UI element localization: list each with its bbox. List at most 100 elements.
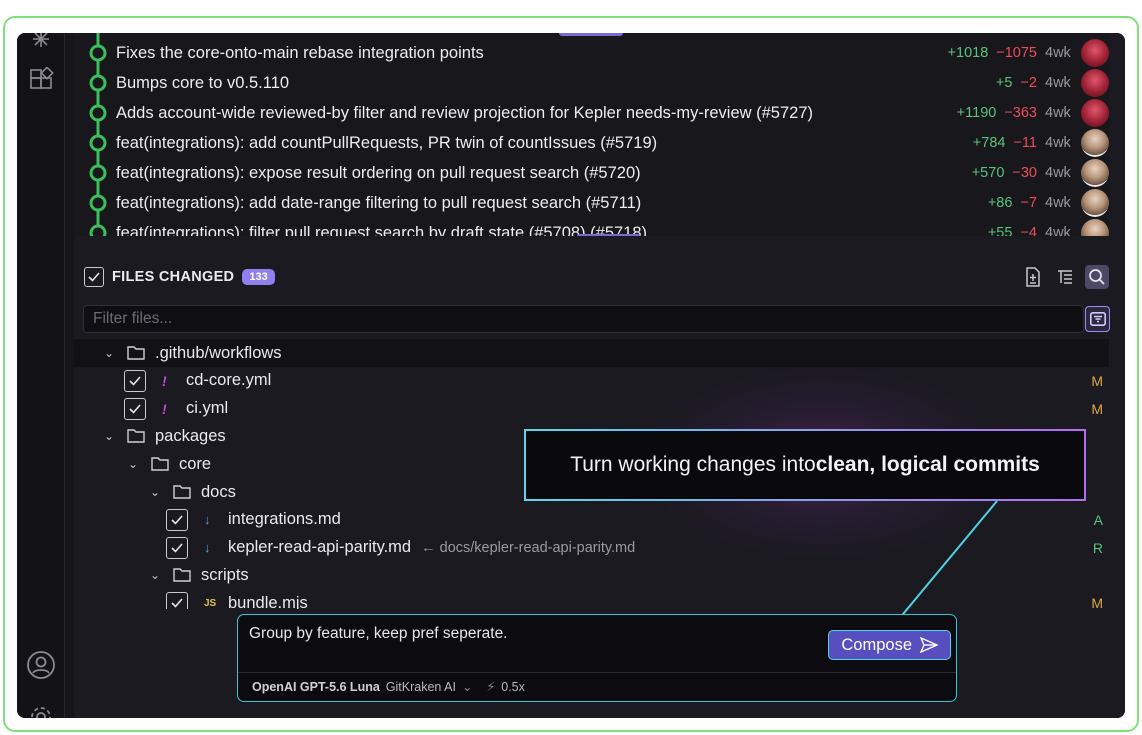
folder-icon bbox=[127, 345, 145, 365]
additions: +55 bbox=[987, 225, 1013, 236]
scroll-handle-bottom[interactable] bbox=[577, 234, 641, 236]
commit-age: 4wk bbox=[1045, 165, 1071, 181]
avatar[interactable] bbox=[1081, 129, 1109, 157]
folder-label: core bbox=[179, 454, 212, 473]
file-label: cd-core.yml bbox=[186, 371, 272, 390]
chevron-down-icon[interactable]: ⌄ bbox=[462, 679, 472, 694]
commit-message: Fixes the core-onto-main rebase integrat… bbox=[116, 43, 484, 62]
file-status: M bbox=[1091, 595, 1103, 609]
file-label: integrations.md bbox=[228, 510, 341, 529]
commit-row[interactable]: feat(integrations): add date-range filte… bbox=[74, 188, 1109, 218]
deletions: −363 bbox=[1004, 105, 1037, 121]
file-status: M bbox=[1091, 372, 1103, 389]
composer-footer: OpenAI GPT-5.6 Luna GitKraken AI ⌄ ⚡︎ 0.… bbox=[252, 679, 525, 695]
warning-icon: ! bbox=[162, 400, 167, 417]
avatar[interactable] bbox=[1081, 219, 1109, 236]
compose-label: Compose bbox=[841, 635, 912, 654]
compose-button[interactable]: Compose bbox=[828, 630, 951, 660]
folder-label: docs bbox=[201, 482, 236, 501]
chevron-down-icon[interactable]: ⌄ bbox=[102, 429, 116, 443]
provider-name[interactable]: GitKraken AI bbox=[386, 680, 456, 694]
additions: +570 bbox=[971, 165, 1005, 181]
avatar[interactable] bbox=[1081, 99, 1109, 127]
commit-row[interactable]: Fixes the core-onto-main rebase integrat… bbox=[74, 38, 1109, 68]
commit-stats: +5 −2 4wk bbox=[996, 69, 1109, 97]
send-icon bbox=[920, 637, 938, 653]
chevron-down-icon[interactable]: ⌄ bbox=[102, 346, 116, 360]
commit-age: 4wk bbox=[1045, 135, 1071, 151]
additions: +784 bbox=[972, 135, 1006, 151]
folder-label: scripts bbox=[201, 565, 249, 584]
additions: +86 bbox=[987, 195, 1013, 211]
file-checkbox[interactable] bbox=[124, 369, 146, 392]
activity-bar bbox=[17, 33, 65, 718]
filter-icon[interactable] bbox=[1085, 306, 1110, 332]
tree-file[interactable]: ! ci.yml M bbox=[74, 395, 1109, 423]
avatar[interactable] bbox=[1081, 39, 1109, 67]
chevron-down-icon[interactable]: ⌄ bbox=[148, 568, 162, 582]
tree-view-icon[interactable] bbox=[1053, 265, 1077, 289]
model-name[interactable]: OpenAI GPT-5.6 Luna bbox=[252, 680, 380, 694]
avatar[interactable] bbox=[1081, 159, 1109, 187]
commit-message: Adds account-wide reviewed-by filter and… bbox=[116, 103, 813, 122]
puzzle-icon[interactable] bbox=[25, 64, 57, 96]
folder-icon bbox=[173, 567, 191, 587]
feature-callout: Turn working changes into clean, logical… bbox=[524, 429, 1086, 501]
commit-age: 4wk bbox=[1045, 75, 1071, 91]
account-icon[interactable] bbox=[25, 649, 57, 681]
app-window: Fixes the core-onto-main rebase integrat… bbox=[17, 33, 1125, 718]
deletions: −30 bbox=[1012, 165, 1037, 181]
settings-icon[interactable] bbox=[25, 701, 57, 718]
file-checkbox[interactable] bbox=[166, 508, 188, 531]
commit-message: feat(integrations): add countPullRequest… bbox=[116, 133, 658, 152]
avatar[interactable] bbox=[1081, 69, 1109, 97]
additions: +1018 bbox=[947, 45, 989, 61]
javascript-file-icon: JS bbox=[204, 597, 217, 609]
lightning-icon: ⚡︎ bbox=[486, 680, 496, 694]
avatar[interactable] bbox=[1081, 189, 1109, 217]
document-icon[interactable] bbox=[1021, 265, 1045, 289]
deletions: −2 bbox=[1020, 75, 1037, 91]
rename-source: ← docs/kepler-read-api-parity.md bbox=[421, 540, 636, 557]
markdown-file-icon: ↓ bbox=[204, 540, 211, 556]
file-checkbox[interactable] bbox=[166, 592, 188, 609]
folder-icon bbox=[173, 484, 191, 504]
folder-label: .github/workflows bbox=[155, 343, 282, 362]
folder-icon bbox=[151, 456, 169, 476]
commit-row[interactable]: feat(integrations): add countPullRequest… bbox=[74, 128, 1109, 158]
commit-age: 4wk bbox=[1045, 195, 1071, 211]
commit-age: 4wk bbox=[1045, 45, 1071, 61]
tree-folder[interactable]: ⌄ .github/workflows bbox=[74, 339, 1109, 367]
search-icon[interactable] bbox=[1085, 265, 1109, 289]
chevron-down-icon[interactable]: ⌄ bbox=[126, 457, 140, 471]
file-checkbox[interactable] bbox=[166, 536, 188, 559]
commit-row[interactable]: Adds account-wide reviewed-by filter and… bbox=[74, 98, 1109, 128]
file-status: M bbox=[1091, 400, 1103, 417]
commit-row[interactable]: Bumps core to v0.5.110 +5 −2 4wk bbox=[74, 68, 1109, 98]
filter-files-input[interactable]: Filter files... bbox=[83, 305, 1084, 333]
commit-stats: +1190 −363 4wk bbox=[957, 99, 1109, 127]
scroll-handle-top[interactable] bbox=[559, 33, 623, 36]
commit-row[interactable]: feat(integrations): expose result orderi… bbox=[74, 158, 1109, 188]
chevron-down-icon[interactable]: ⌄ bbox=[148, 485, 162, 499]
multiplier: 0.5x bbox=[501, 679, 525, 694]
tree-file[interactable]: ! cd-core.yml M bbox=[74, 367, 1109, 395]
composer-divider bbox=[238, 672, 956, 673]
file-status: R bbox=[1092, 539, 1103, 556]
select-all-checkbox[interactable] bbox=[84, 267, 104, 287]
commit-stats: +86 −7 4wk bbox=[988, 189, 1109, 217]
additions: +1190 bbox=[956, 105, 997, 121]
file-checkbox[interactable] bbox=[124, 397, 146, 420]
folder-label: packages bbox=[155, 426, 226, 445]
files-changed-title: FILES CHANGED bbox=[112, 269, 235, 285]
commit-stats: +55 −4 4wk bbox=[988, 219, 1109, 236]
commit-message: feat(integrations): filter pull request … bbox=[116, 223, 648, 237]
commit-message: feat(integrations): expose result orderi… bbox=[116, 163, 641, 182]
file-status: A bbox=[1093, 511, 1103, 528]
composer-input[interactable]: Group by feature, keep pref seperate. bbox=[249, 625, 508, 643]
compose-panel: Group by feature, keep pref seperate. Co… bbox=[237, 614, 957, 702]
markdown-file-icon: ↓ bbox=[204, 512, 211, 528]
star-icon[interactable] bbox=[25, 33, 57, 55]
commit-message: Bumps core to v0.5.110 bbox=[116, 73, 290, 92]
additions: +5 bbox=[995, 75, 1013, 91]
